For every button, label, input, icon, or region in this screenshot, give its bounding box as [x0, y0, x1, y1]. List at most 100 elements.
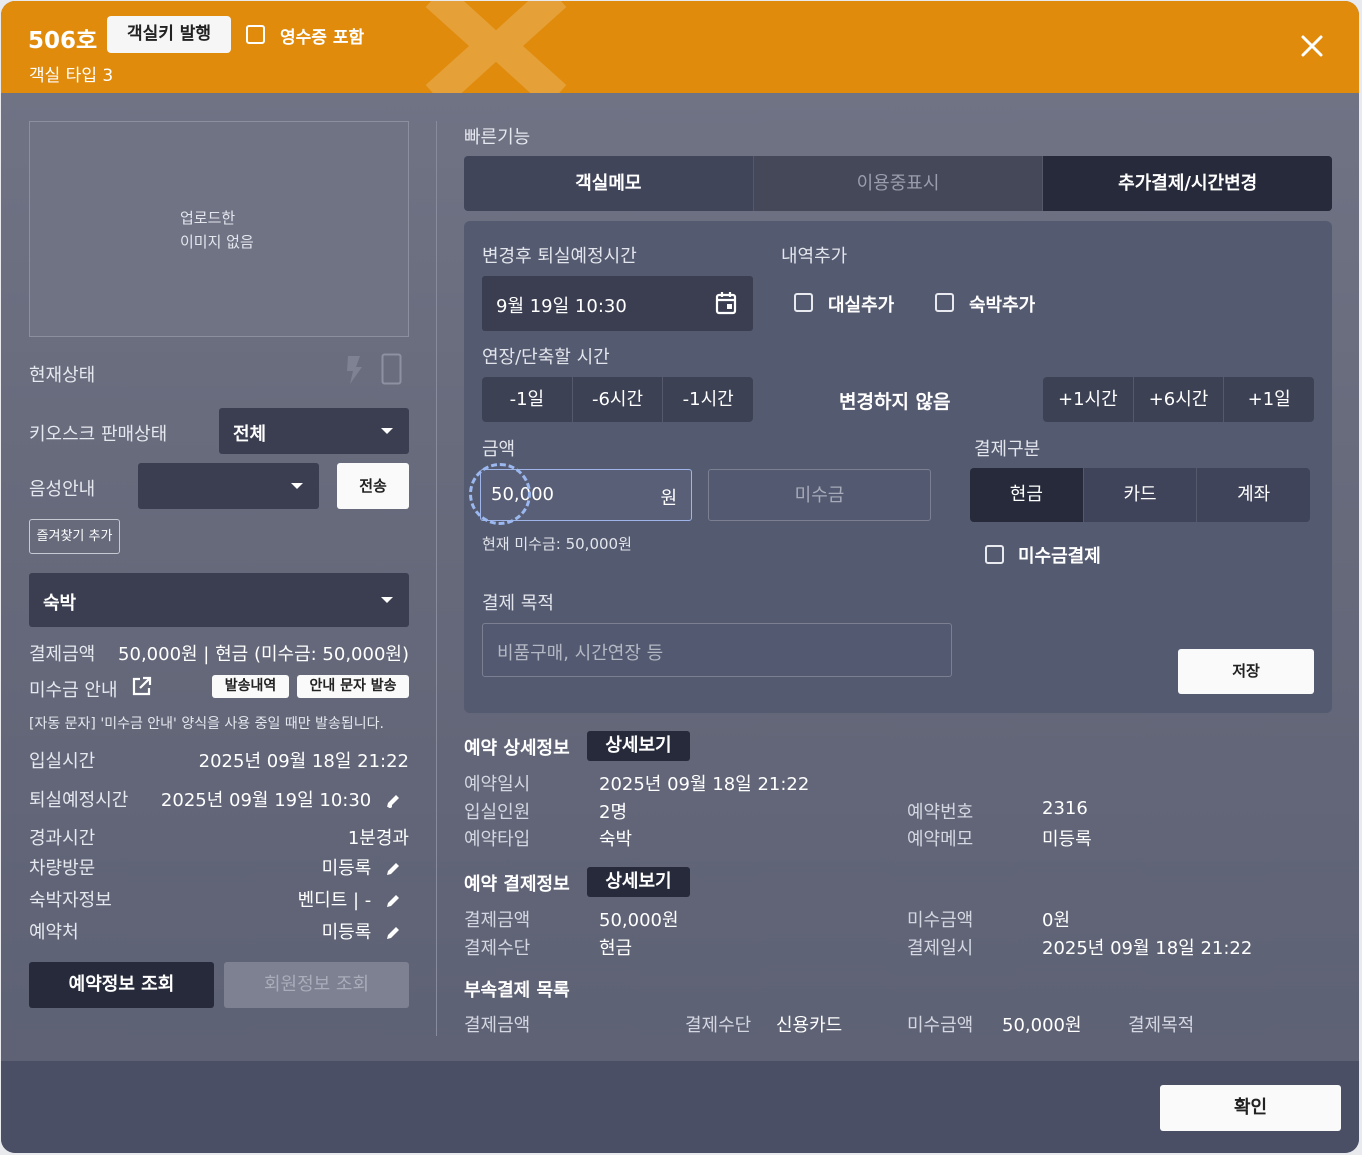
view-reservation-button[interactable]: 예약정보 조회	[29, 962, 214, 1008]
increase-time-group: +1시간 +6시간 +1일	[1043, 377, 1314, 422]
payment-detail-button[interactable]: 상세보기	[587, 867, 690, 897]
brand-watermark-icon	[425, 1, 567, 93]
view-member-button[interactable]: 회원정보 조회	[224, 962, 409, 1008]
receipt-checkbox[interactable]	[246, 25, 265, 44]
minus-1-day-button[interactable]: -1일	[482, 377, 573, 422]
room-image-placeholder: 업로드한 이미지 없음	[29, 121, 409, 337]
sub-payment-method-label: 결제수단	[685, 1015, 752, 1036]
extend-time-label: 연장/단축할 시간	[482, 347, 610, 368]
amount-label: 금액	[482, 439, 516, 460]
pay-cash-button[interactable]: 현금	[970, 468, 1084, 522]
checkin-time-value: 2025년 09월 18일 21:22	[198, 751, 409, 772]
image-placeholder-line2: 이미지 없음	[180, 233, 254, 251]
kiosk-status-label: 키오스크 판매상태	[29, 424, 168, 445]
edit-pencil-icon[interactable]	[385, 925, 401, 941]
payment-method-label: 결제수단	[464, 938, 531, 959]
pay-card-button[interactable]: 카드	[1084, 468, 1198, 522]
voice-guide-label: 음성안내	[29, 479, 96, 500]
send-notice-sms-button[interactable]: 안내 문자 발송	[297, 675, 409, 698]
elapsed-time-value: 1분경과	[347, 828, 409, 849]
external-link-icon[interactable]	[131, 676, 152, 697]
room-type: 객실 타입 3	[29, 66, 114, 86]
sub-payment-purpose-label: 결제목적	[1128, 1015, 1195, 1036]
chevron-down-icon	[381, 597, 393, 603]
unpaid-amount-input[interactable]: 미수금	[708, 469, 931, 521]
calendar-icon	[715, 292, 737, 315]
plus-1-day-button[interactable]: +1일	[1224, 377, 1314, 422]
image-placeholder-line1: 업로드한	[180, 209, 236, 227]
sub-payment-unpaid-value: 50,000원	[1002, 1015, 1082, 1036]
reservation-detail-title: 예약 상세정보	[464, 738, 570, 759]
payment-purpose-input[interactable]: 비품구매, 시간연장 등	[482, 623, 952, 677]
sub-payment-method-value: 신용카드	[776, 1015, 843, 1036]
purpose-placeholder: 비품구매, 시간연장 등	[497, 643, 664, 664]
room-detail-modal: 506호 객실키 발행 영수증 포함 객실 타입 3 업로드한 이미지 없음 현…	[1, 1, 1359, 1153]
close-icon[interactable]	[1297, 31, 1327, 61]
plus-1-hour-button[interactable]: +1시간	[1043, 377, 1134, 422]
column-divider	[436, 121, 437, 1036]
save-button[interactable]: 저장	[1178, 649, 1314, 694]
vehicle-visit-value: 미등록	[321, 858, 372, 879]
guest-info-value: 벤디트 | -	[297, 890, 372, 911]
minus-6-hours-button[interactable]: -6시간	[573, 377, 664, 422]
checkout-after-datepicker[interactable]: 9월 19일 10:30	[482, 276, 753, 331]
quick-tabs: 객실메모 이용중표시 추가결제/시간변경	[464, 156, 1332, 211]
booking-channel-value: 미등록	[321, 922, 372, 943]
tab-extra-payment[interactable]: 추가결제/시간변경	[1043, 156, 1332, 211]
no-change-option[interactable]: 변경하지 않음	[839, 387, 951, 414]
reservation-memo-label: 예약메모	[907, 829, 974, 850]
payment-type-group: 현금 카드 계좌	[970, 468, 1310, 522]
reservation-memo-value: 미등록	[1042, 829, 1092, 850]
add-rent-checkbox[interactable]	[794, 293, 813, 312]
payment-purpose-label: 결제 목적	[482, 593, 554, 614]
issue-key-button[interactable]: 객실키 발행	[107, 16, 231, 53]
focus-indicator	[469, 463, 531, 525]
checkout-time-value: 2025년 09월 19일 10:30	[160, 790, 372, 811]
reservation-detail-button[interactable]: 상세보기	[587, 731, 690, 761]
quick-functions-title: 빠른기능	[464, 127, 531, 148]
edit-pencil-icon[interactable]	[385, 861, 401, 877]
payment-date-label: 결제일시	[907, 938, 974, 959]
amount-unit: 원	[660, 488, 677, 509]
add-favorite-button[interactable]: 즐겨찾기 추가	[29, 519, 120, 554]
pay-account-button[interactable]: 계좌	[1197, 468, 1310, 522]
send-voice-button[interactable]: 전송	[337, 463, 409, 509]
checkout-time-label: 퇴실예정시간	[29, 790, 129, 811]
extra-payment-panel: 변경후 퇴실예정시간 9월 19일 10:30 내역추가 대실추가 숙박추가 연…	[464, 221, 1332, 713]
reservation-date-value: 2025년 09월 18일 21:22	[599, 774, 810, 795]
reservation-type-label: 예약타입	[464, 829, 531, 850]
tab-room-memo[interactable]: 객실메모	[464, 156, 754, 211]
payment-unpaid-value: 0원	[1042, 910, 1071, 931]
kiosk-status-select[interactable]: 전체	[219, 408, 409, 454]
stay-type-select[interactable]: 숙박	[29, 573, 409, 627]
send-history-button[interactable]: 발송내역	[212, 675, 289, 698]
checkout-time-row: 2025년 09월 19일 10:30	[161, 786, 401, 812]
tab-in-use[interactable]: 이용중표시	[753, 156, 1044, 211]
minus-1-hour-button[interactable]: -1시간	[663, 377, 753, 422]
auto-sms-note: [자동 문자] '미수금 안내' 양식을 사용 중일 때만 발송됩니다.	[29, 716, 384, 732]
voice-guide-select[interactable]	[138, 463, 319, 509]
guest-info-label: 숙박자정보	[29, 890, 112, 911]
reservation-type-value: 숙박	[599, 829, 633, 850]
elapsed-time-label: 경과시간	[29, 828, 96, 849]
room-info-panel: 업로드한 이미지 없음 현재상태 키오스크 판매상태 전체 음성안내 전송 즐겨…	[1, 93, 436, 1061]
payment-amount-label2: 결제금액	[464, 910, 531, 931]
booking-channel-row: 미등록	[322, 918, 401, 944]
checkout-after-value: 9월 19일 10:30	[496, 296, 627, 317]
plus-6-hours-button[interactable]: +6시간	[1134, 377, 1225, 422]
edit-pencil-icon[interactable]	[385, 893, 401, 909]
reservation-number-label: 예약번호	[907, 802, 974, 823]
confirm-button[interactable]: 확인	[1160, 1085, 1341, 1131]
guest-info-row: 벤디트 | -	[298, 886, 401, 912]
edit-time-icon[interactable]	[385, 793, 401, 809]
add-history-label: 내역추가	[781, 246, 848, 267]
unpaid-payment-checkbox[interactable]	[985, 545, 1004, 564]
reservation-guests-value: 2명	[599, 802, 628, 823]
decrease-time-group: -1일 -6시간 -1시간	[482, 377, 753, 422]
unpaid-payment-label: 미수금결제	[1018, 546, 1101, 567]
checkin-time-label: 입실시간	[29, 751, 96, 772]
reservation-date-label: 예약일시	[464, 774, 531, 795]
add-stay-checkbox[interactable]	[935, 293, 954, 312]
payment-type-label: 결제구분	[974, 439, 1041, 460]
chevron-down-icon	[381, 428, 393, 434]
